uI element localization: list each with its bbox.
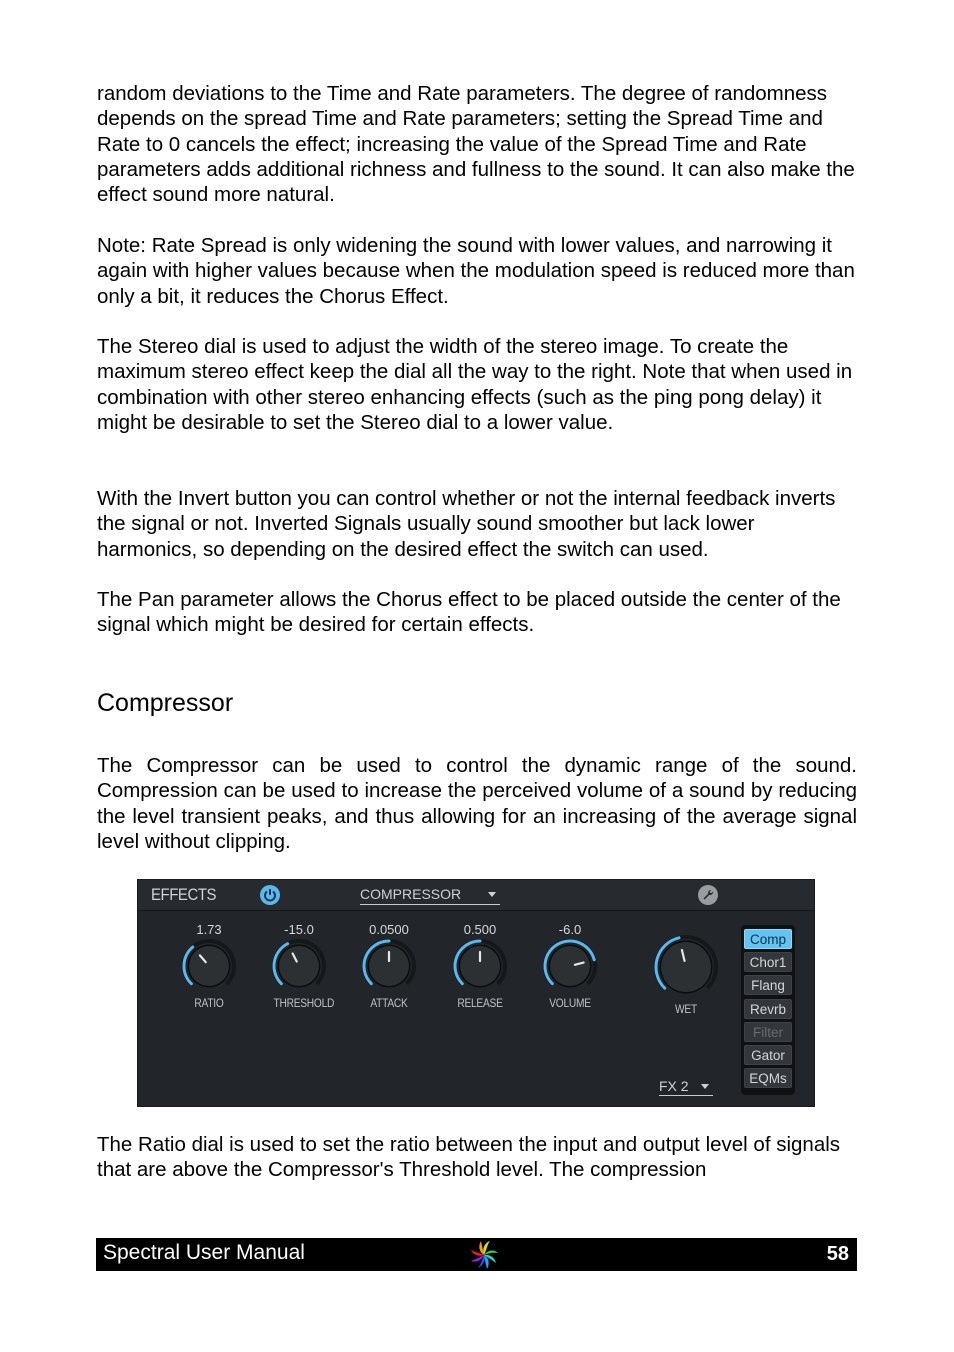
knob-ratio[interactable]: 1.73 RATIO	[179, 922, 239, 1010]
effect-button-flang[interactable]: Flang	[744, 975, 792, 995]
effect-button-chor1[interactable]: Chor1	[744, 952, 792, 972]
paragraph-spread: random deviations to the Time and Rate p…	[97, 82, 855, 207]
chevron-down-icon	[488, 892, 496, 897]
effects-panel: EFFECTS COMPRESSOR 1.73 RATIO -15.0 THRE…	[137, 879, 815, 1107]
knob-wet[interactable]: WET	[650, 934, 722, 1016]
knob-body	[550, 946, 590, 986]
knob-volume[interactable]: -6.0 VOLUME	[540, 922, 600, 1010]
effect-button-comp[interactable]: Comp	[744, 929, 792, 949]
effect-button-gator[interactable]: Gator	[744, 1045, 792, 1065]
knob-label: WET	[675, 1002, 697, 1016]
knob-label: RATIO	[194, 996, 224, 1010]
page-number: 58	[826, 1243, 849, 1265]
knob-body	[279, 946, 319, 986]
knob-body	[661, 942, 711, 992]
knob-label: ATTACK	[370, 996, 408, 1010]
fx-slot-dropdown[interactable]: FX 2	[659, 1078, 713, 1096]
knob-value: -6.0	[558, 922, 582, 937]
paragraph-invert: With the Invert button you can control w…	[97, 487, 836, 561]
paragraph-pan: The Pan parameter allows the Chorus effe…	[97, 588, 841, 637]
fx-slot-value: FX 2	[659, 1078, 689, 1094]
paragraph-ratio: The Ratio dial is used to set the ratio …	[97, 1133, 841, 1182]
effect-button-eqms[interactable]: EQMs	[744, 1068, 792, 1088]
spectral-logo-icon	[471, 1241, 498, 1269]
knob-value: 0.500	[463, 922, 497, 937]
paragraph-compressor-intro: The Compressor can be used to control th…	[97, 754, 857, 853]
effect-button-filter[interactable]: Filter	[744, 1022, 792, 1042]
section-heading-compressor: Compressor	[97, 689, 234, 717]
knob-label: THRESHOLD	[273, 996, 335, 1010]
knob-body	[189, 946, 229, 986]
chevron-down-icon	[701, 1084, 709, 1089]
effect-type-value: COMPRESSOR	[360, 886, 462, 902]
knob-value: 1.73	[196, 922, 222, 937]
knob-release[interactable]: 0.500 RELEASE	[450, 922, 510, 1010]
knob-dial[interactable]	[653, 934, 719, 1000]
effects-title: EFFECTS	[151, 885, 217, 904]
knob-label: RELEASE	[457, 996, 503, 1010]
knob-dial[interactable]	[542, 938, 598, 994]
knob-attack[interactable]: 0.0500 ATTACK	[359, 922, 419, 1010]
paragraph-stereo: The Stereo dial is used to adjust the wi…	[97, 335, 853, 434]
effect-type-dropdown[interactable]: COMPRESSOR	[360, 886, 500, 905]
knob-dial[interactable]	[452, 938, 508, 994]
knob-value: 0.0500	[369, 922, 409, 937]
effects-topbar: EFFECTS COMPRESSOR	[138, 880, 814, 911]
knob-threshold[interactable]: -15.0 THRESHOLD	[269, 922, 335, 1010]
knob-dial[interactable]	[271, 938, 327, 994]
power-icon[interactable]	[260, 885, 280, 905]
paragraph-note-rate-spread: Note: Rate Spread is only widening the s…	[97, 234, 855, 308]
effect-button-revrb[interactable]: Revrb	[744, 999, 792, 1019]
knob-label: VOLUME	[549, 996, 591, 1010]
knob-value: -15.0	[284, 922, 314, 937]
page-footer: Spectral User Manual 58	[96, 1238, 857, 1271]
wrench-icon[interactable]	[698, 885, 718, 905]
knob-dial[interactable]	[361, 938, 417, 994]
knob-dial[interactable]	[181, 938, 237, 994]
footer-title: Spectral User Manual	[103, 1241, 305, 1264]
effect-button-list: Comp Chor1 Flang Revrb Filter Gator EQMs	[741, 925, 795, 1095]
